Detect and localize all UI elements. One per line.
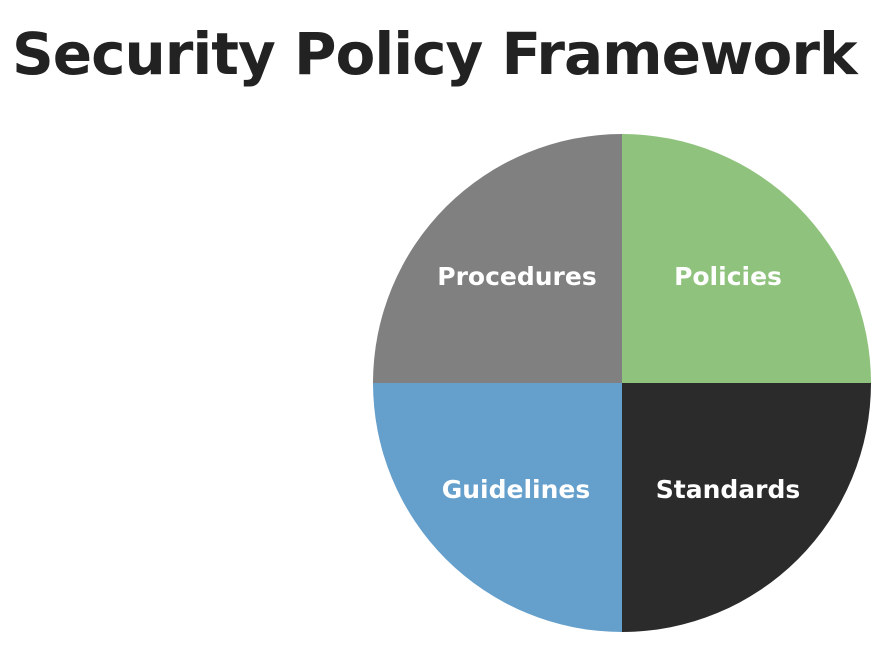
- label-standards: Standards: [656, 475, 801, 504]
- framework-pie-diagram: Procedures Policies Guidelines Standards: [373, 134, 871, 632]
- quadrant-guidelines: [373, 383, 622, 632]
- label-guidelines: Guidelines: [442, 475, 591, 504]
- quadrant-procedures: [373, 134, 622, 383]
- label-procedures: Procedures: [437, 262, 596, 291]
- quadrant-standards: [622, 383, 871, 632]
- quadrant-policies: [622, 134, 871, 383]
- label-policies: Policies: [674, 262, 782, 291]
